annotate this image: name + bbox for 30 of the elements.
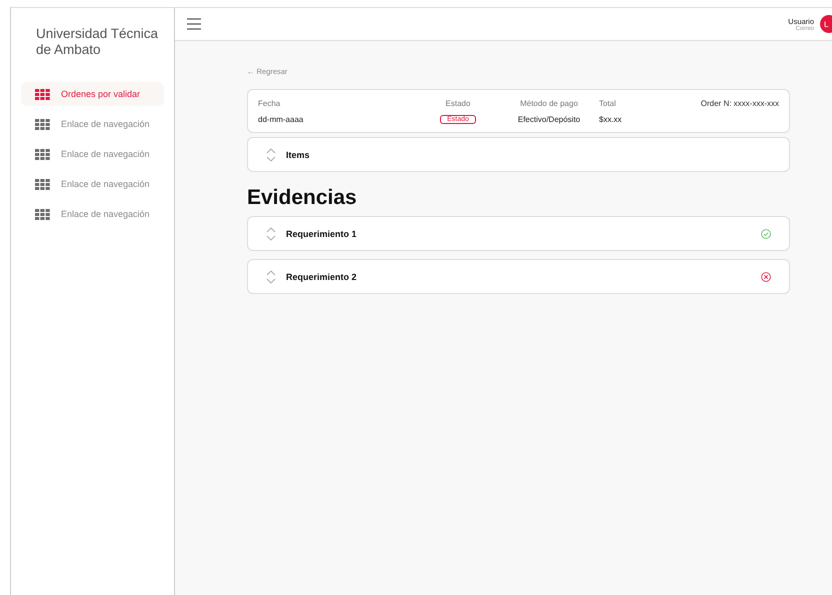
- column-label: Método de pago: [520, 99, 578, 108]
- grid-icon: [35, 88, 50, 100]
- nav-item[interactable]: Enlace de navegación: [21, 112, 164, 136]
- section-heading: Evidencias: [247, 186, 358, 210]
- grid-icon: [35, 178, 50, 190]
- nav-item[interactable]: Enlace de navegación: [21, 202, 164, 226]
- column-label: Fecha: [258, 99, 282, 108]
- section-title: Items: [286, 150, 310, 160]
- column-label: Total: [599, 99, 616, 108]
- items-accordion[interactable]: Items: [247, 137, 790, 172]
- order-number: Order N: xxxx-xxx-xxx: [700, 99, 779, 108]
- user-avatar[interactable]: L: [820, 15, 832, 33]
- requirement-accordion[interactable]: Requerimiento 1: [247, 216, 790, 251]
- menu-icon[interactable]: [187, 18, 201, 30]
- column-value: dd-mm-aaaa: [258, 115, 304, 124]
- nav-item[interactable]: Enlace de navegación: [21, 172, 164, 196]
- requirement-accordion[interactable]: Requerimiento 2: [247, 259, 790, 294]
- grid-icon: [35, 148, 50, 160]
- requirement-title: Requerimiento 1: [286, 228, 357, 238]
- column-value: Efectivo/Depósito: [518, 115, 580, 124]
- grid-icon: [35, 208, 50, 220]
- nav-item[interactable]: Ordenes por validar: [21, 82, 164, 106]
- university-name: Universidad Técnica de Ambato: [35, 26, 160, 58]
- nav-item[interactable]: Enlace de navegación: [21, 142, 164, 166]
- check-circle-icon: [761, 228, 771, 238]
- x-circle-icon: [761, 272, 771, 282]
- grid-icon: [35, 118, 50, 130]
- requirement-title: Requerimiento 2: [286, 272, 357, 282]
- column-label: Estado: [446, 99, 470, 108]
- column-value: $xx.xx: [599, 115, 622, 124]
